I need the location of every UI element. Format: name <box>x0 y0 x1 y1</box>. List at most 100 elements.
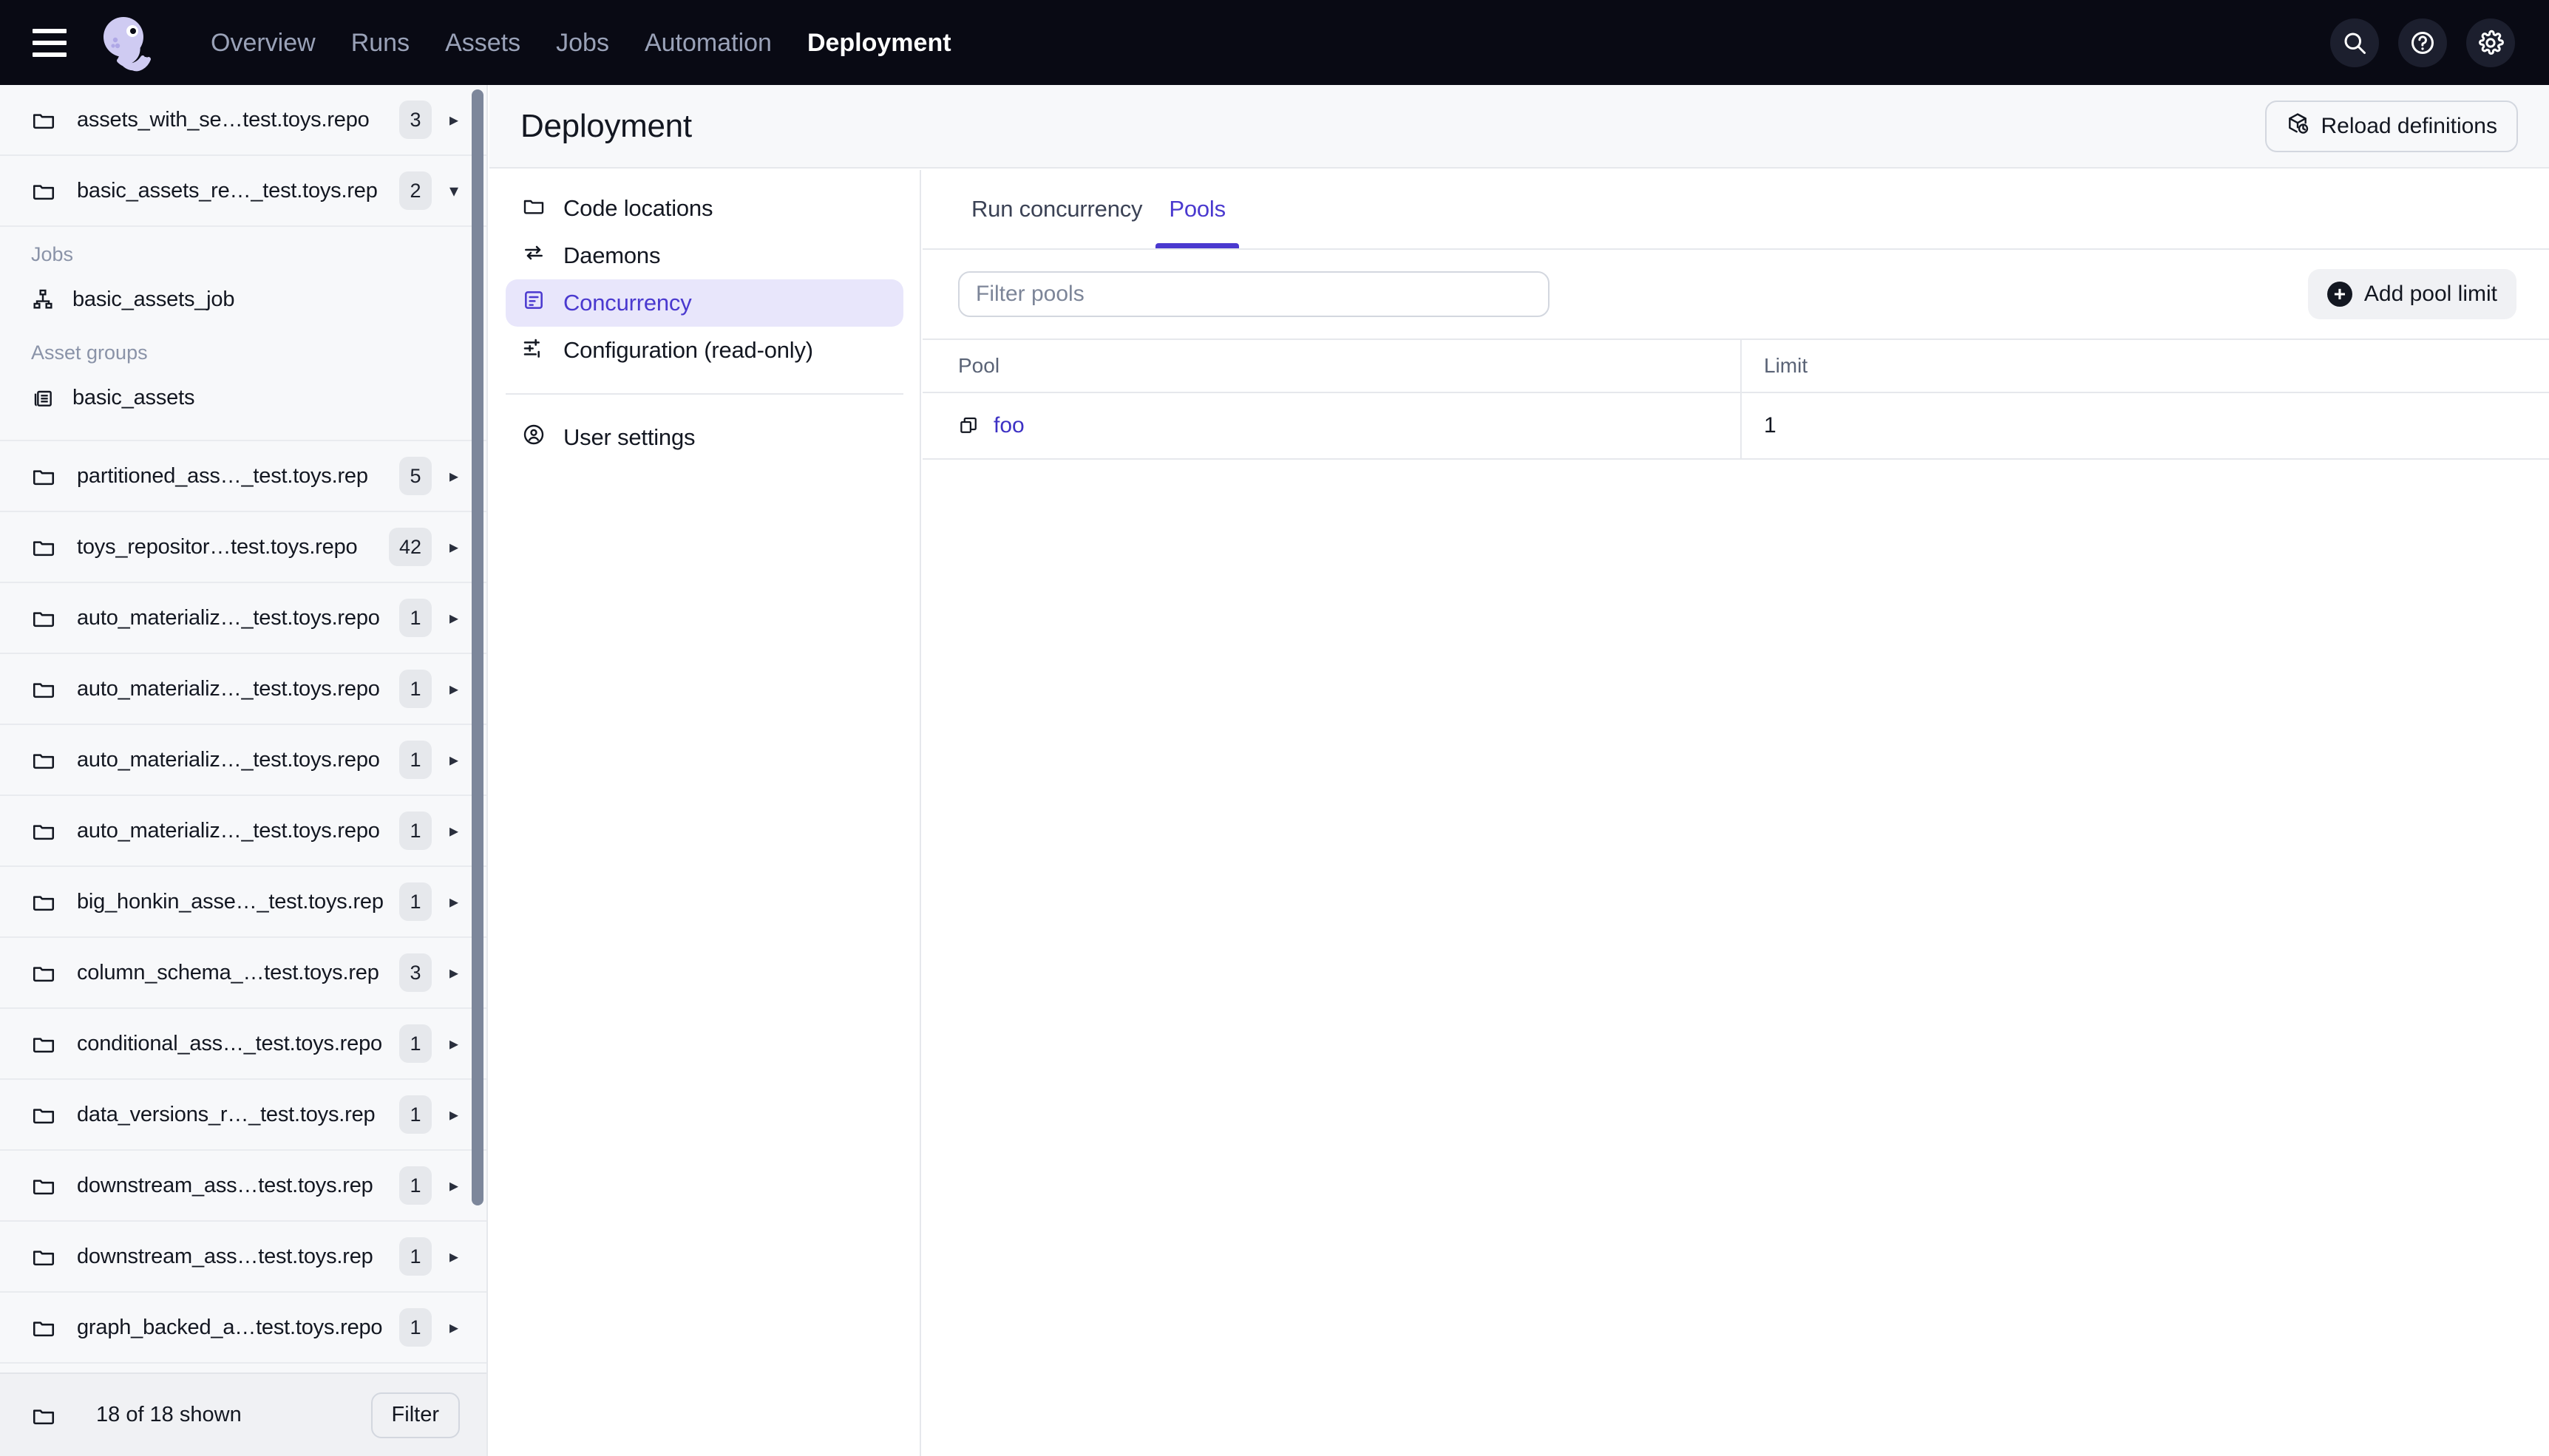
help-icon[interactable] <box>2398 18 2447 67</box>
repository-row[interactable]: auto_materializ…_test.toys.repo 1 ▸ <box>0 654 486 725</box>
repository-count-badge: 1 <box>399 1308 432 1347</box>
folder-icon <box>31 1102 56 1127</box>
hamburger-icon[interactable] <box>33 28 67 57</box>
repository-label: downstream_ass…test.toys.rep <box>77 1244 373 1268</box>
folder-icon <box>31 463 56 489</box>
asset-group-icon <box>31 386 55 409</box>
repository-row[interactable]: data_versions_r…_test.toys.rep 1 ▸ <box>0 1080 486 1151</box>
repository-row[interactable]: big_honkin_asse…_test.toys.rep 1 ▸ <box>0 867 486 938</box>
repository-label: auto_materializ…_test.toys.repo <box>77 605 380 630</box>
folder-icon <box>31 676 56 701</box>
dagster-logo[interactable] <box>92 10 157 75</box>
gear-icon[interactable] <box>2466 18 2515 67</box>
repository-count-badge: 1 <box>399 1024 432 1063</box>
chevron-right-icon[interactable]: ▸ <box>439 109 469 131</box>
tab-run-concurrency[interactable]: Run concurrency <box>958 170 1155 248</box>
add-pool-limit-button[interactable]: + Add pool limit <box>2307 269 2516 319</box>
job-label: basic_assets_job <box>72 287 235 311</box>
chevron-right-icon[interactable]: ▸ <box>439 1317 469 1338</box>
folder-icon <box>31 818 56 843</box>
add-pool-limit-label: Add pool limit <box>2363 282 2497 306</box>
repository-rows: partitioned_ass…_test.toys.rep 5 ▸ toys_rep… <box>0 441 486 1372</box>
repository-count-badge: 1 <box>399 812 432 850</box>
repos-shown-count: 18 of 18 shown <box>96 1403 242 1426</box>
repository-row[interactable]: conditional_ass…_test.toys.repo 1 ▸ <box>0 1009 486 1080</box>
nav-link-deployment[interactable]: Deployment <box>790 23 969 63</box>
chevron-right-icon[interactable]: ▸ <box>439 466 469 487</box>
sidebar-item-daemons[interactable]: Daemons <box>506 232 903 279</box>
table-row[interactable]: foo 1 <box>923 393 2549 460</box>
folder-icon <box>31 534 56 559</box>
deployment-left-nav: Code locations Daemons Concurrency Confi… <box>489 170 921 1456</box>
repository-label: column_schema_…test.toys.rep <box>77 960 379 984</box>
repository-row[interactable]: auto_materializ…_test.toys.repo 1 ▸ <box>0 725 486 796</box>
top-navigation-bar: Overview Runs Assets Jobs Automation Dep… <box>0 0 2549 85</box>
repository-row[interactable]: column_schema_…test.toys.rep 3 ▸ <box>0 938 486 1009</box>
repository-row[interactable]: auto_materializ…_test.toys.repo 1 ▸ <box>0 583 486 654</box>
chevron-right-icon[interactable]: ▸ <box>439 1033 469 1055</box>
chevron-right-icon[interactable]: ▸ <box>439 1175 469 1197</box>
sidebar-scrollbar[interactable] <box>472 89 483 1205</box>
nav-link-assets[interactable]: Assets <box>427 23 538 63</box>
chevron-right-icon[interactable]: ▸ <box>439 749 469 771</box>
folder-icon <box>31 1403 56 1428</box>
nav-link-overview[interactable]: Overview <box>193 23 333 63</box>
chevron-right-icon[interactable]: ▸ <box>439 537 469 558</box>
repository-row[interactable]: downstream_ass…test.toys.rep 1 ▸ <box>0 1222 486 1293</box>
sidebar-filter-button[interactable]: Filter <box>370 1392 460 1438</box>
repository-label: big_honkin_asse…_test.toys.rep <box>77 889 384 914</box>
section-label-asset-groups: Asset groups <box>0 325 486 372</box>
pools-table: Pool Limit foo 1 <box>923 339 2549 460</box>
chevron-right-icon[interactable]: ▸ <box>439 820 469 842</box>
chevron-right-icon[interactable]: ▸ <box>439 891 469 913</box>
sidebar-item-job[interactable]: basic_assets_job <box>0 273 486 325</box>
sidebar-item-asset-group[interactable]: basic_assets <box>0 372 486 423</box>
repository-row[interactable]: long_asset_keys…test.toys.rep1▸ <box>0 1364 486 1372</box>
folder-icon <box>31 960 56 985</box>
repository-row[interactable]: downstream_ass…test.toys.rep 1 ▸ <box>0 1151 486 1222</box>
repository-count-badge: 1 <box>399 1095 432 1134</box>
folder-icon <box>31 1244 56 1269</box>
sidebar-item-code-locations[interactable]: Code locations <box>506 185 903 232</box>
repository-count-badge: 1 <box>399 741 432 779</box>
nav-link-runs[interactable]: Runs <box>333 23 427 63</box>
repository-count-badge: 3 <box>399 953 432 992</box>
repository-row[interactable]: partitioned_ass…_test.toys.rep 5 ▸ <box>0 441 486 512</box>
tab-pools[interactable]: Pools <box>1155 170 1239 248</box>
folder-icon <box>31 1315 56 1340</box>
folder-icon <box>31 178 56 203</box>
repository-expanded-contents: Jobs basic_assets_job Asset groups basic… <box>0 227 486 441</box>
sidebar-item-user-settings[interactable]: User settings <box>506 414 903 461</box>
repository-count-badge: 5 <box>399 457 432 495</box>
concurrency-content: Run concurrency Pools + Add pool limit P… <box>923 170 2549 1456</box>
repository-row[interactable]: toys_repositor…test.toys.repo 42 ▸ <box>0 512 486 583</box>
filter-pools-input[interactable] <box>958 271 1550 317</box>
nav-link-automation[interactable]: Automation <box>627 23 790 63</box>
chevron-down-icon[interactable]: ▾ <box>439 180 469 202</box>
repository-sidebar: assets_with_se…test.toys.repo 3 ▸ basic_… <box>0 85 488 1456</box>
chevron-right-icon[interactable]: ▸ <box>439 1104 469 1126</box>
nav-link-jobs[interactable]: Jobs <box>538 23 627 63</box>
repository-row[interactable]: assets_with_se…test.toys.repo 3 ▸ <box>0 85 486 156</box>
search-icon[interactable] <box>2330 18 2379 67</box>
column-header-limit: Limit <box>1764 354 1808 377</box>
repository-list: assets_with_se…test.toys.repo 3 ▸ basic_… <box>0 85 486 1372</box>
chevron-right-icon[interactable]: ▸ <box>439 678 469 700</box>
repository-row[interactable]: graph_backed_a…test.toys.repo 1 ▸ <box>0 1293 486 1364</box>
sidebar-item-configuration[interactable]: Configuration (read-only) <box>506 327 903 374</box>
daemon-loop-icon <box>522 241 546 271</box>
repository-label: partitioned_ass…_test.toys.rep <box>77 463 368 488</box>
table-header-row: Pool Limit <box>923 339 2549 393</box>
repository-row[interactable]: basic_assets_re…_test.toys.rep 2 ▾ <box>0 156 486 227</box>
pool-name-link[interactable]: foo <box>994 413 1025 438</box>
chevron-right-icon[interactable]: ▸ <box>439 608 469 629</box>
folder-icon <box>31 889 56 914</box>
chevron-right-icon[interactable]: ▸ <box>439 962 469 984</box>
reload-definitions-button[interactable]: Reload definitions <box>2264 100 2518 152</box>
page-title: Deployment <box>520 107 692 144</box>
repository-label: downstream_ass…test.toys.rep <box>77 1173 373 1197</box>
sidebar-item-concurrency[interactable]: Concurrency <box>506 279 903 327</box>
chevron-right-icon[interactable]: ▸ <box>439 1246 469 1268</box>
repository-row[interactable]: auto_materializ…_test.toys.repo 1 ▸ <box>0 796 486 867</box>
sidebar-item-label: Concurrency <box>563 290 692 316</box>
